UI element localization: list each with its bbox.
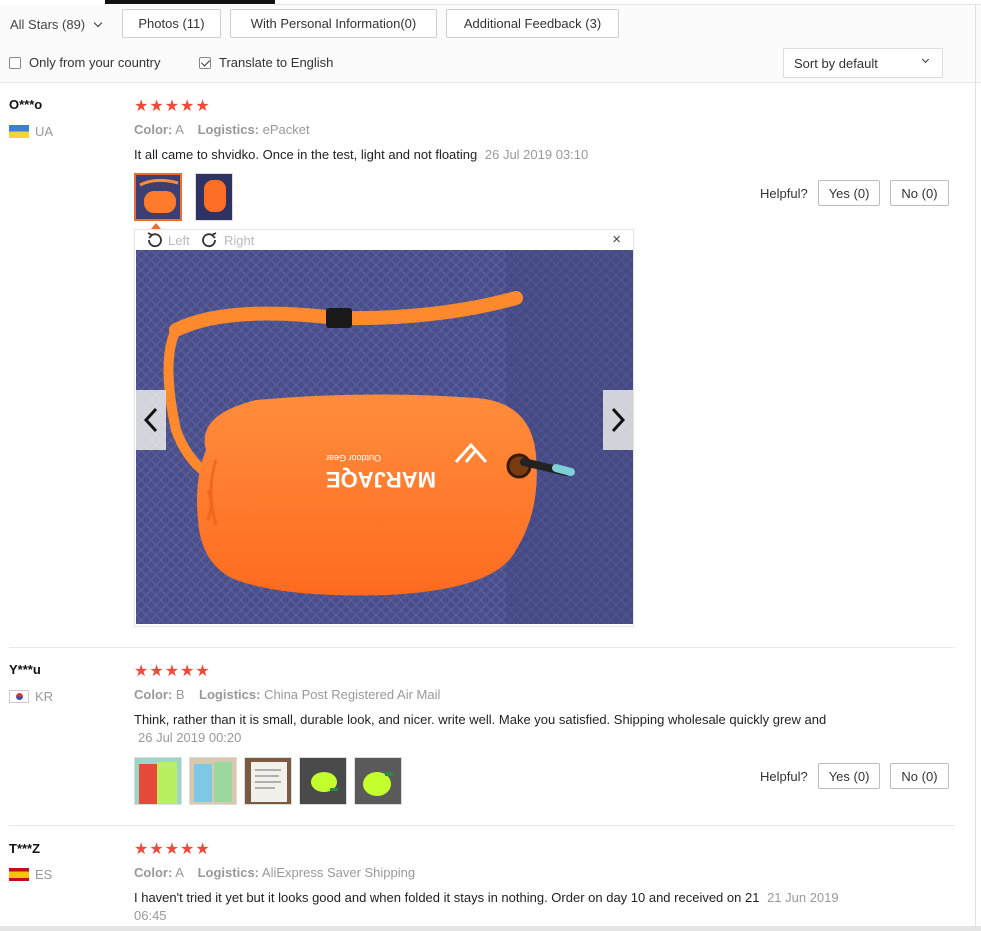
translate-label: Translate to English <box>219 55 334 70</box>
review-body: I haven't tried it yet but it looks good… <box>134 890 760 905</box>
review-divider <box>9 825 955 826</box>
review-photo-thumb[interactable] <box>189 757 237 805</box>
helpful-votes: Helpful? Yes (0) No (0) <box>760 180 949 206</box>
only-country-checkbox[interactable] <box>9 56 21 69</box>
scrollbar-track[interactable] <box>975 5 976 931</box>
all-stars-dropdown[interactable]: All Stars (89) <box>10 17 103 32</box>
country-code: UA <box>35 124 54 139</box>
close-icon[interactable]: × <box>612 231 621 248</box>
logistics-label: Logistics: <box>197 122 260 137</box>
reviewer-name: O***o <box>9 97 43 112</box>
review-body: Think, rather than it is small, durable … <box>134 712 827 727</box>
review-photo-thumb[interactable] <box>354 757 402 805</box>
flag-es-icon <box>9 868 29 881</box>
review-divider <box>9 647 955 648</box>
chevron-down-icon <box>93 18 103 28</box>
previous-photo-button[interactable] <box>136 390 166 450</box>
review-photo-large: MARJAQE Outdoor Gear <box>136 250 633 624</box>
review-photo-thumb[interactable] <box>244 757 292 805</box>
review-photo-thumb[interactable] <box>134 757 182 805</box>
translate-checkbox[interactable] <box>199 56 211 69</box>
helpful-label: Helpful? <box>760 185 808 201</box>
active-tab-indicator <box>105 0 275 4</box>
rotate-left-button[interactable]: Left <box>145 232 190 248</box>
chevron-down-icon <box>921 55 930 64</box>
color-label: Color: <box>134 687 173 702</box>
logistics-value: China Post Registered Air Mail <box>264 687 441 702</box>
additional-feedback-filter-button[interactable]: Additional Feedback (3) <box>446 9 619 38</box>
filter-bar: All Stars (89) Photos (11) With Personal… <box>0 5 981 83</box>
flag-kr-icon <box>9 690 29 703</box>
logistics-label: Logistics: <box>199 687 261 702</box>
color-label: Color: <box>134 122 173 137</box>
review-photo-thumb[interactable] <box>195 173 233 221</box>
reviewer-country: UA <box>9 124 53 139</box>
review-text: Think, rather than it is small, durable … <box>134 711 844 747</box>
country-code: ES <box>35 867 53 882</box>
review-photo-thumb[interactable] <box>299 757 347 805</box>
helpful-yes-button[interactable]: Yes (0) <box>817 763 881 789</box>
color-label: Color: <box>134 865 173 880</box>
rotate-right-button[interactable]: Right <box>201 232 254 248</box>
translate-option[interactable]: Translate to English <box>199 55 333 70</box>
rotate-right-label: Right <box>224 232 255 248</box>
helpful-label: Helpful? <box>760 768 808 784</box>
review-photo-thumb[interactable] <box>134 173 182 221</box>
all-stars-label: All Stars (89) <box>10 17 86 32</box>
review-text: It all came to shvidko. Once in the test… <box>134 146 854 164</box>
review-body: It all came to shvidko. Once in the test… <box>134 147 478 162</box>
review-text: I haven't tried it yet but it looks good… <box>134 889 849 925</box>
rotate-left-label: Left <box>168 232 190 248</box>
color-value: A <box>175 865 184 880</box>
star-rating: ★★★★★ <box>134 841 211 858</box>
chevron-left-icon <box>144 407 158 433</box>
sort-label: Sort by default <box>794 55 878 71</box>
reviewer-country: KR <box>9 689 53 704</box>
logistics-value: AliExpress Saver Shipping <box>261 865 416 880</box>
rotate-right-icon <box>202 232 217 248</box>
color-value: A <box>175 122 184 137</box>
bottom-edge <box>0 926 981 931</box>
helpful-yes-button[interactable]: Yes (0) <box>817 180 881 206</box>
star-rating: ★★★★★ <box>134 98 211 115</box>
rotate-left-icon <box>147 232 162 248</box>
brand-logo-text: MARJAQE <box>326 467 436 492</box>
review-meta: Color: A Logistics: ePacket <box>134 122 310 137</box>
review-date: 26 Jul 2019 00:20 <box>138 730 242 745</box>
color-value: B <box>175 687 185 702</box>
only-country-option[interactable]: Only from your country <box>9 55 161 70</box>
sort-select[interactable]: Sort by default <box>783 48 943 78</box>
reviewer-name: T***Z <box>9 841 41 856</box>
helpful-votes: Helpful? Yes (0) No (0) <box>760 763 949 789</box>
logistics-label: Logistics: <box>197 865 260 880</box>
reviewer-country: ES <box>9 867 52 882</box>
only-country-label: Only from your country <box>29 55 161 70</box>
review-date: 26 Jul 2019 03:10 <box>484 147 589 162</box>
helpful-no-button[interactable]: No (0) <box>890 180 949 206</box>
review-meta: Color: A Logistics: AliExpress Saver Shi… <box>134 865 415 880</box>
logistics-value: ePacket <box>262 122 310 137</box>
personal-info-filter-button[interactable]: With Personal Information(0) <box>230 9 437 38</box>
photo-viewer: Left Right × MARJAQE Outdoor Gear <box>134 229 634 627</box>
next-photo-button[interactable] <box>603 390 633 450</box>
brand-sub-text: Outdoor Gear <box>326 453 381 463</box>
review-meta: Color: B Logistics: China Post Registere… <box>134 687 440 702</box>
flag-ua-icon <box>9 125 29 138</box>
photos-filter-button[interactable]: Photos (11) <box>122 9 221 38</box>
star-rating: ★★★★★ <box>134 663 211 680</box>
chevron-right-icon <box>611 407 625 433</box>
reviewer-name: Y***u <box>9 662 41 677</box>
country-code: KR <box>35 689 54 704</box>
helpful-no-button[interactable]: No (0) <box>890 763 949 789</box>
